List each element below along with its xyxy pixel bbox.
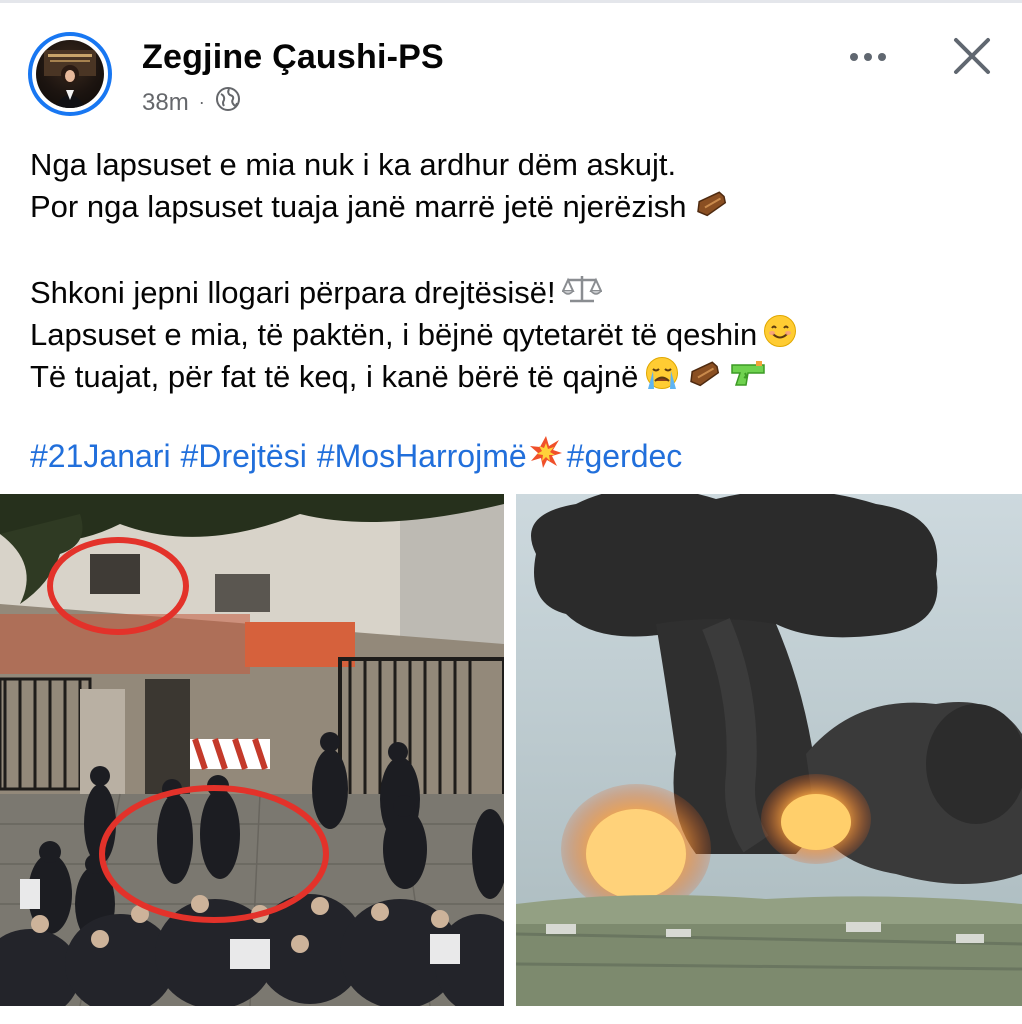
post-photo-crowd[interactable] [0,494,504,1006]
crying-face-icon [644,356,680,401]
smiling-face-icon [763,314,797,359]
post-photo-explosion[interactable] [516,494,1022,1006]
post-line: Shkoni jepni llogari përpara drejtësisë! [30,272,990,314]
hashtag-link[interactable]: #Drejtësi [181,438,307,475]
post-line-blank [30,228,990,272]
post-header: Zegjine Çaushi-PS 38m · [0,18,1022,128]
water-pistol-icon [728,358,768,400]
coffin-icon [693,188,729,230]
author-name[interactable]: Zegjine Çaushi-PS [142,38,444,77]
avatar-image [36,40,104,108]
hashtag-link[interactable]: #MosHarrojmë [317,438,527,475]
collision-icon [529,435,563,477]
top-divider [0,0,1022,3]
post-line: Të tuajat, për fat të keq, i kanë bërë t… [30,356,990,398]
hashtag-link[interactable]: #gerdec [567,438,683,475]
post-line: Nga lapsuset e mia nuk i ka ardhur dëm a… [30,147,677,182]
more-options-button[interactable] [848,42,888,72]
coffin-icon [686,358,722,400]
post-line: Lapsuset e mia, të paktën, i bëjnë qytet… [30,314,990,356]
close-button[interactable] [950,34,994,78]
hashtags: #21Janari #Drejtësi #MosHarrojmë #gerdec [30,435,692,477]
post-text: Nga lapsuset e mia nuk i ka ardhur dëm a… [30,144,990,398]
avatar[interactable] [28,32,112,116]
meta-separator: · [198,92,205,112]
post-time[interactable]: 38m [142,89,189,117]
post-line: Por nga lapsuset tuaja janë marrë jetë n… [30,186,990,228]
hashtag-link[interactable]: #21Janari [30,438,171,475]
post-meta: 38m · [142,86,241,119]
close-icon [954,38,990,74]
more-options-icon [850,53,886,61]
globe-icon [215,86,241,119]
scales-icon [561,273,603,316]
